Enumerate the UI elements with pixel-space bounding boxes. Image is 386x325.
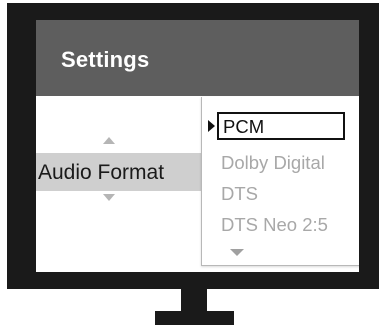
dropdown-option-dts-neo[interactable]: DTS Neo 2:5 (221, 214, 328, 236)
dropdown-option-dolby-digital[interactable]: Dolby Digital (221, 152, 325, 174)
monitor-neck (181, 289, 207, 313)
header-bar: Settings (36, 20, 359, 96)
monitor-base (155, 311, 234, 325)
selection-pointer-icon (208, 120, 215, 132)
setting-label: Audio Format (38, 161, 165, 184)
arrow-down-icon[interactable] (103, 194, 115, 201)
dropdown-option-pcm[interactable]: PCM (217, 112, 345, 140)
page-title: Settings (61, 47, 150, 72)
dropdown-option-dts[interactable]: DTS (221, 183, 258, 205)
more-options-icon[interactable] (230, 249, 244, 256)
audio-format-setting[interactable]: Audio Format (36, 153, 202, 191)
arrow-up-icon[interactable] (103, 137, 115, 144)
